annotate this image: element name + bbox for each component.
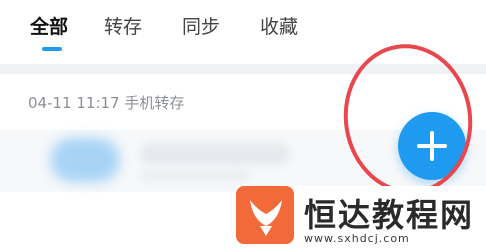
file-name-blurred (140, 143, 290, 165)
watermark-url: www.sxhdcj.com (304, 232, 410, 245)
file-thumbnail (50, 138, 120, 182)
watermark-logo-icon (236, 186, 294, 244)
tab-favorites[interactable]: 收藏 (260, 12, 298, 39)
watermark-title: 恒达教程网 (304, 196, 475, 234)
group-header: 04-11 11:17 手机转存 (28, 94, 185, 112)
active-tab-indicator (42, 47, 62, 51)
file-meta-blurred (140, 168, 250, 182)
tab-sync[interactable]: 同步 (182, 12, 220, 39)
watermark: 恒达教程网 www.sxhdcj.com (236, 186, 486, 250)
tab-transfer[interactable]: 转存 (104, 12, 142, 39)
tab-all[interactable]: 全部 (30, 12, 68, 39)
